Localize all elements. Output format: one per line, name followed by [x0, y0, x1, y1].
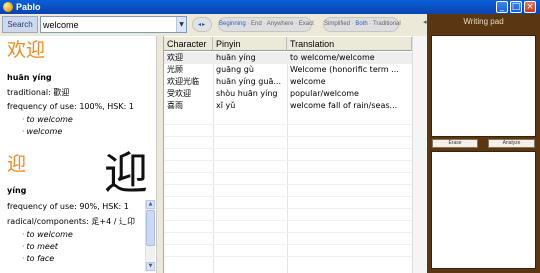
- row-divider: [164, 220, 412, 221]
- match-mode-toggle[interactable]: Beginning · End · Anywhere · Exact: [218, 17, 314, 32]
- entry-pinyin: huān yíng: [7, 73, 52, 82]
- character-heading: 迎: [7, 153, 27, 175]
- table-row[interactable]: 受欢迎 shòu huān yíng popular/welcome: [164, 88, 412, 100]
- scroll-thumb[interactable]: [146, 210, 155, 246]
- cell-character: 光顾: [167, 65, 183, 74]
- entry-traditional: traditional: 歡迎: [7, 88, 70, 97]
- character-frequency: frequency of use: 90%, HSK: 1: [7, 202, 129, 211]
- entry-heading-char: 欢迎: [7, 39, 46, 61]
- match-anywhere[interactable]: Anywhere: [267, 21, 294, 27]
- title-bar: Pablo _ □ ×: [0, 0, 540, 14]
- row-divider: [164, 136, 412, 137]
- column-header-pinyin[interactable]: Pinyin: [213, 37, 287, 51]
- writing-pad-title: Writing pad: [463, 17, 504, 26]
- cell-pinyin: xǐ yǔ: [216, 101, 236, 110]
- pad-collapse-icon[interactable]: ◂: [423, 18, 427, 26]
- minimize-button[interactable]: _: [496, 1, 508, 13]
- row-divider: [164, 196, 412, 197]
- writing-pad: Writing pad Erase Analyze: [427, 14, 540, 273]
- search-label: Search: [2, 16, 38, 33]
- window-title: Pablo: [16, 2, 41, 12]
- script-mode-toggle[interactable]: Simplified · Both · Traditional: [323, 17, 401, 32]
- meaning-item: · welcome: [22, 127, 63, 136]
- candidate-results[interactable]: [431, 151, 536, 269]
- cell-character: 欢迎: [167, 53, 183, 62]
- search-combobox[interactable]: ▼: [40, 16, 187, 33]
- cell-character: 受欢迎: [167, 89, 191, 98]
- table-row[interactable]: 欢迎光临 huān yíng guā... welcome: [164, 76, 412, 88]
- chevron-down-icon[interactable]: ▼: [176, 17, 186, 32]
- row-divider: [164, 124, 412, 125]
- meaning-item: · to welcome: [22, 115, 73, 124]
- cell-translation: popular/welcome: [290, 89, 359, 98]
- search-input[interactable]: [42, 18, 176, 31]
- row-divider: [164, 208, 412, 209]
- results-table: Character Pinyin Translation 欢迎 huān yín…: [163, 36, 428, 273]
- column-header-character[interactable]: Character: [164, 37, 213, 51]
- match-end[interactable]: End: [251, 21, 262, 27]
- character-pinyin: yíng: [7, 186, 27, 195]
- table-scrollbar[interactable]: [412, 36, 428, 273]
- table-header: Character Pinyin Translation: [164, 37, 412, 51]
- handwriting-canvas[interactable]: [431, 35, 536, 137]
- meaning-item: · to meet: [22, 242, 58, 251]
- row-divider: [164, 172, 412, 173]
- scroll-down-icon[interactable]: ▼: [146, 262, 155, 271]
- cell-translation: to welcome/welcome: [290, 53, 375, 62]
- match-exact[interactable]: Exact: [299, 21, 314, 27]
- match-beginning[interactable]: Beginning: [219, 21, 246, 27]
- erase-button[interactable]: Erase: [432, 139, 478, 148]
- row-divider: [164, 148, 412, 149]
- cell-translation: welcome: [290, 77, 326, 86]
- entry-frequency: frequency of use: 100%, HSK: 1: [7, 102, 134, 111]
- script-both[interactable]: Both: [355, 21, 367, 27]
- cell-character: 欢迎光临: [167, 77, 199, 86]
- table-row[interactable]: 喜雨 xǐ yǔ welcome fall of rain/seas...: [164, 100, 412, 112]
- script-simplified[interactable]: Simplified: [324, 21, 350, 27]
- cell-translation: Welcome (honorific term ...: [290, 65, 399, 74]
- search-toolbar: Search ▼ ◂▸ Beginning · End · Anywhere ·…: [0, 14, 427, 36]
- cell-translation: welcome fall of rain/seas...: [290, 101, 398, 110]
- row-divider: [164, 184, 412, 185]
- column-header-translation[interactable]: Translation: [287, 37, 412, 51]
- maximize-button[interactable]: □: [510, 1, 522, 13]
- meaning-item: · to welcome: [22, 230, 73, 239]
- row-divider: [164, 232, 412, 233]
- history-nav-buttons[interactable]: ◂▸: [192, 17, 212, 32]
- table-row[interactable]: 光顾 guāng gù Welcome (honorific term ...: [164, 64, 412, 76]
- scroll-up-icon[interactable]: ▲: [146, 200, 155, 209]
- table-row[interactable]: 欢迎 huān yíng to welcome/welcome: [164, 52, 412, 64]
- cell-pinyin: guāng gù: [216, 65, 254, 74]
- analyze-button[interactable]: Analyze: [488, 139, 535, 148]
- cell-pinyin: huān yíng guā...: [216, 77, 281, 86]
- close-button[interactable]: ×: [524, 1, 536, 13]
- script-traditional[interactable]: Traditional: [373, 21, 401, 27]
- app-icon: [3, 2, 13, 12]
- stroke-order-character: 迎: [104, 148, 148, 199]
- cell-pinyin: shòu huān yíng: [216, 89, 278, 98]
- row-divider: [164, 160, 412, 161]
- cell-character: 喜雨: [167, 101, 183, 110]
- row-divider: [164, 244, 412, 245]
- details-scrollbar[interactable]: ▲ ▼: [145, 200, 155, 271]
- character-radical: radical/components: 辵+4 / 辶卬: [7, 217, 135, 226]
- cell-pinyin: huān yíng: [216, 53, 256, 62]
- entry-details-pane: 欢迎 huān yíng traditional: 歡迎 frequency o…: [0, 36, 157, 273]
- meaning-item: · to face: [22, 254, 55, 263]
- row-divider: [164, 256, 412, 257]
